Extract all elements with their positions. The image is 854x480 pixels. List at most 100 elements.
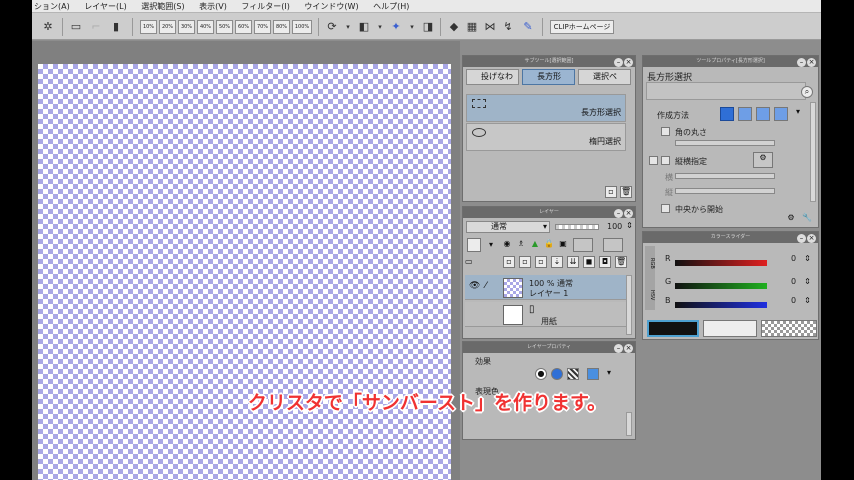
height-slider[interactable] bbox=[675, 188, 775, 194]
minimize-icon[interactable]: – bbox=[614, 209, 623, 218]
lock-icon[interactable]: 🔒 bbox=[543, 239, 555, 251]
clip-icon[interactable]: ◉ bbox=[501, 239, 513, 251]
zoom-100-button[interactable]: 100% bbox=[292, 20, 312, 34]
close-icon[interactable]: × bbox=[807, 234, 816, 243]
grid-icon[interactable]: ▦ bbox=[464, 19, 480, 35]
merge-down-icon[interactable]: ⇊ bbox=[567, 256, 579, 268]
main-color-swatch[interactable] bbox=[647, 320, 699, 337]
wrench-icon[interactable]: 🔧 bbox=[801, 213, 813, 225]
loading-icon[interactable]: ✲ bbox=[40, 19, 56, 35]
transparent-icon[interactable]: ◨ bbox=[420, 19, 436, 35]
pen-pressure-icon[interactable]: ✎ bbox=[520, 19, 536, 35]
zoom-20-button[interactable]: 20% bbox=[159, 20, 176, 34]
minimize-icon[interactable]: – bbox=[797, 234, 806, 243]
search-icon[interactable]: ⌕ bbox=[801, 86, 813, 98]
ruler-icon[interactable]: ◆ bbox=[446, 19, 462, 35]
menu-item-select[interactable]: 選択範囲(S) bbox=[139, 0, 194, 12]
special-ruler-icon[interactable]: ↯ bbox=[500, 19, 516, 35]
channel-b-slider[interactable] bbox=[675, 302, 767, 308]
chevron-down-icon[interactable]: ▾ bbox=[372, 19, 388, 35]
tab-lasso[interactable]: 投げなわ bbox=[466, 69, 519, 85]
zoom-70-button[interactable]: 70% bbox=[254, 20, 271, 34]
close-icon[interactable]: × bbox=[624, 344, 633, 353]
menu-item-help[interactable]: ヘルプ(H) bbox=[371, 0, 419, 12]
draft-icon[interactable]: ▲ bbox=[529, 239, 541, 251]
channel-b-stepper[interactable]: ⇕ bbox=[803, 296, 812, 308]
zoom-80-button[interactable]: 80% bbox=[273, 20, 290, 34]
color-effect-icon[interactable] bbox=[551, 368, 563, 380]
new-raster-layer-icon[interactable]: ▫ bbox=[503, 256, 515, 268]
add-selection-icon[interactable] bbox=[738, 107, 752, 121]
sub-color-swatch[interactable] bbox=[703, 320, 757, 337]
mask-icon[interactable] bbox=[573, 238, 593, 252]
transfer-down-icon[interactable]: ⇣ bbox=[551, 256, 563, 268]
menu-item-view[interactable]: 表示(V) bbox=[197, 0, 237, 12]
chevron-down-icon[interactable]: ▾ bbox=[404, 19, 420, 35]
transparent-color-swatch[interactable] bbox=[761, 320, 817, 337]
new-folder-icon[interactable]: ▫ bbox=[535, 256, 547, 268]
new-subtool-icon[interactable]: ▫ bbox=[605, 186, 617, 198]
scrollbar[interactable] bbox=[626, 275, 632, 335]
perspective-icon[interactable]: ⋈ bbox=[482, 19, 498, 35]
layer-row[interactable]: ▯ 用紙 bbox=[465, 302, 627, 327]
menu-item-window[interactable]: ウインドウ(W) bbox=[302, 0, 368, 12]
ruler-display-icon[interactable] bbox=[603, 238, 623, 252]
scrollbar[interactable] bbox=[810, 102, 816, 202]
channel-g-slider[interactable] bbox=[675, 283, 767, 289]
zoom-60-button[interactable]: 60% bbox=[235, 20, 252, 34]
apply-mask-icon[interactable]: ◘ bbox=[599, 256, 611, 268]
aspect-mode-icon[interactable]: ⚙ bbox=[753, 152, 773, 168]
chevron-down-icon[interactable]: ▾ bbox=[603, 368, 615, 380]
menu-item-selection[interactable]: ション(A) bbox=[32, 0, 80, 12]
channel-g-stepper[interactable]: ⇕ bbox=[803, 277, 812, 289]
clip-home-button[interactable]: CLIPホームページ bbox=[550, 20, 614, 34]
layer-icon[interactable]: ▮ bbox=[108, 19, 124, 35]
border-effect-icon[interactable]: ● bbox=[535, 368, 547, 380]
layer-color-icon[interactable] bbox=[467, 238, 481, 252]
zoom-50-button[interactable]: 50% bbox=[216, 20, 233, 34]
mask-layer-icon[interactable]: ◼ bbox=[583, 256, 595, 268]
reference-icon[interactable]: ♗ bbox=[515, 239, 527, 251]
flip-icon[interactable]: ◧ bbox=[356, 19, 372, 35]
intersect-selection-icon[interactable] bbox=[774, 107, 788, 121]
menu-item-layer[interactable]: レイヤー(L) bbox=[82, 0, 136, 12]
width-slider[interactable] bbox=[675, 173, 775, 179]
subtool-item-rectangle[interactable]: 長方形選択 bbox=[466, 94, 626, 122]
close-icon[interactable]: × bbox=[807, 58, 816, 67]
minimize-icon[interactable]: – bbox=[614, 344, 623, 353]
channel-r-slider[interactable] bbox=[675, 260, 767, 266]
menu-item-filter[interactable]: フィルター(I) bbox=[239, 0, 299, 12]
tab-selection-pen[interactable]: 選択ペ bbox=[578, 69, 631, 85]
tone-effect-icon[interactable] bbox=[567, 368, 579, 380]
opacity-stepper[interactable]: ⇕ bbox=[625, 221, 634, 233]
chevron-down-icon[interactable]: ▾ bbox=[792, 107, 804, 121]
tab-rgb[interactable]: RGB bbox=[645, 246, 655, 280]
close-icon[interactable]: × bbox=[624, 58, 633, 67]
snap-icon[interactable]: ✦ bbox=[388, 19, 404, 35]
subtract-selection-icon[interactable] bbox=[756, 107, 770, 121]
minimize-icon[interactable]: – bbox=[797, 58, 806, 67]
blend-mode-select[interactable]: 通常 ▾ bbox=[466, 221, 550, 233]
chevron-down-icon[interactable]: ▾ bbox=[485, 240, 497, 252]
rotate-icon[interactable]: ⟳ bbox=[324, 19, 340, 35]
aspect-checkbox[interactable] bbox=[661, 156, 670, 165]
tab-hsv[interactable]: HSV bbox=[645, 280, 655, 310]
center-start-checkbox[interactable] bbox=[661, 204, 670, 213]
new-vector-layer-icon[interactable]: ▫ bbox=[519, 256, 531, 268]
new-selection-icon[interactable] bbox=[720, 107, 734, 121]
trash-icon[interactable]: 🗑 bbox=[615, 256, 627, 268]
rounded-corners-slider[interactable] bbox=[675, 140, 775, 146]
zoom-40-button[interactable]: 40% bbox=[197, 20, 214, 34]
rounded-corners-checkbox[interactable] bbox=[661, 127, 670, 136]
chevron-down-icon[interactable]: ▾ bbox=[340, 19, 356, 35]
layer-color-effect-icon[interactable] bbox=[587, 368, 599, 380]
scrollbar[interactable] bbox=[626, 412, 632, 436]
close-icon[interactable]: × bbox=[624, 209, 633, 218]
subtool-item-ellipse[interactable]: 楕円選択 bbox=[466, 123, 626, 151]
layer-row[interactable]: 👁 ⁄ 100 % 通常 レイヤー 1 bbox=[465, 275, 627, 300]
channel-r-stepper[interactable]: ⇕ bbox=[803, 254, 812, 266]
minimize-icon[interactable]: – bbox=[614, 58, 623, 67]
settings-icon[interactable]: ⚙ bbox=[785, 213, 797, 225]
expand-toggle[interactable] bbox=[649, 156, 658, 165]
tab-rectangle[interactable]: 長方形 bbox=[522, 69, 575, 85]
